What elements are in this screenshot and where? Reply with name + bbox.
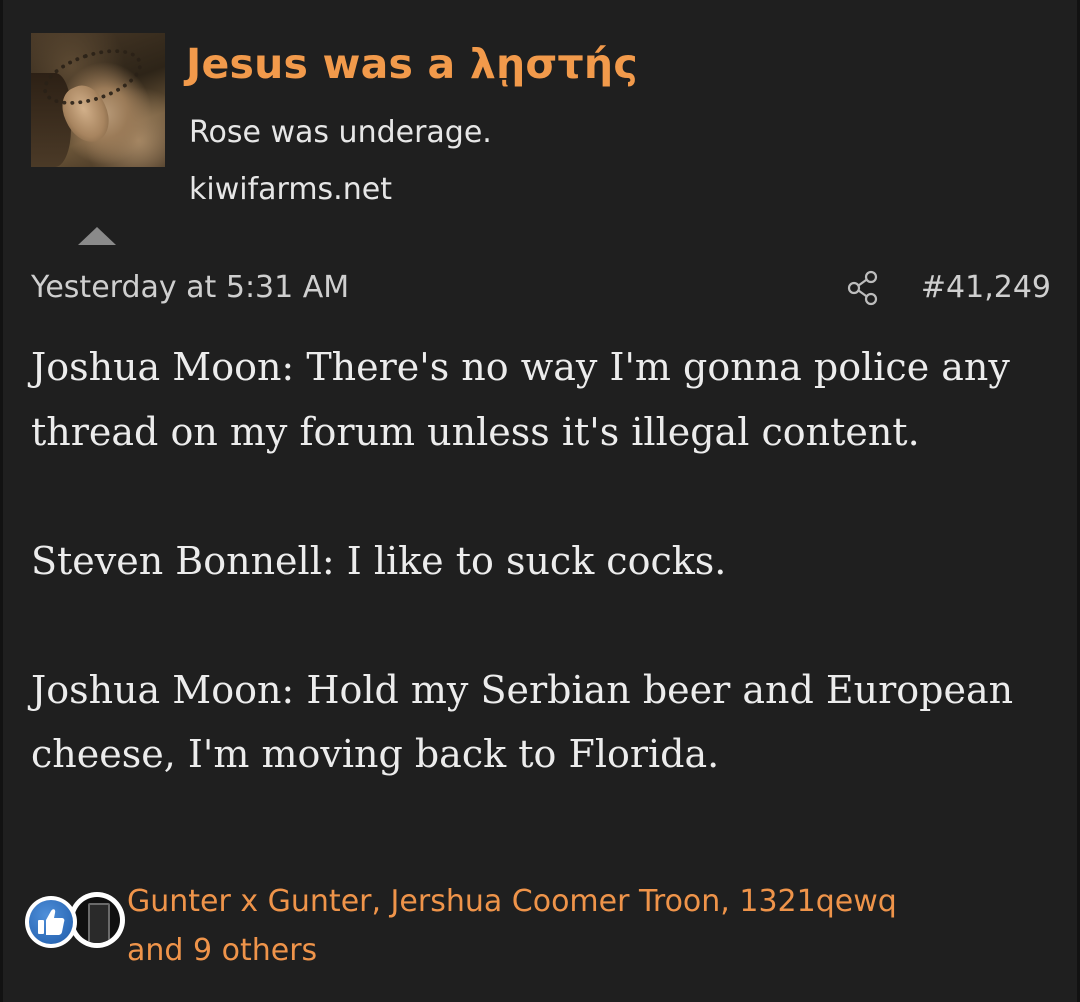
- share-icon[interactable]: [846, 270, 880, 306]
- triangle-up-icon[interactable]: [78, 227, 116, 245]
- reaction-others-link[interactable]: and 9 others: [127, 926, 1027, 975]
- link-preview-description: Rose was underage.: [189, 115, 492, 150]
- like-icon[interactable]: [25, 896, 77, 948]
- reaction-names[interactable]: Gunter x Gunter, Jershua Coomer Troon, 1…: [127, 877, 1027, 926]
- post-card: Jesus was a λῃστής Rose was underage. ki…: [3, 0, 1077, 1002]
- post-number-link[interactable]: #41,249: [921, 270, 1051, 305]
- post-timestamp[interactable]: Yesterday at 5:31 AM: [31, 270, 349, 305]
- post-paragraph: Joshua Moon: Hold my Serbian beer and Eu…: [31, 667, 1014, 777]
- reaction-users-list[interactable]: Gunter x Gunter, Jershua Coomer Troon, 1…: [127, 877, 1027, 975]
- link-preview-domain: kiwifarms.net: [189, 172, 392, 207]
- post-body: Joshua Moon: There's no way I'm gonna po…: [31, 335, 1041, 787]
- post-paragraph: Joshua Moon: There's no way I'm gonna po…: [31, 345, 1010, 454]
- link-preview-title[interactable]: Jesus was a λῃστής: [186, 40, 638, 88]
- thumbs-up-icon: [38, 909, 65, 935]
- post-paragraph: Steven Bonnell: I like to suck cocks.: [31, 538, 727, 583]
- winner-icon[interactable]: [69, 892, 125, 948]
- reaction-icons[interactable]: [25, 892, 125, 954]
- link-preview-thumbnail[interactable]: [31, 33, 165, 167]
